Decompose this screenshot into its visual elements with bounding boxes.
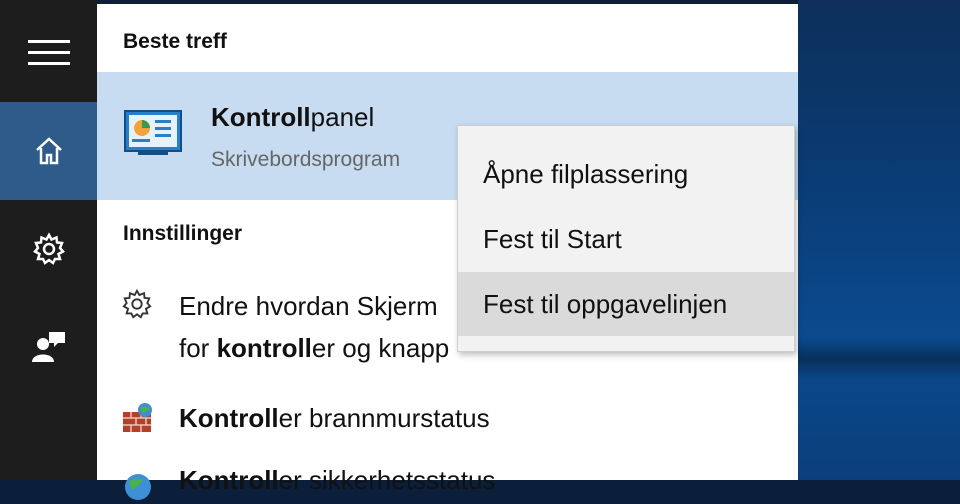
menu-item-pin-to-taskbar[interactable]: Fest til oppgavelinjen xyxy=(458,272,794,336)
hamburger-menu-icon xyxy=(27,40,70,65)
gear-icon xyxy=(32,232,65,265)
result-text: Kontroller brannmurstatus xyxy=(179,403,490,433)
control-panel-icon xyxy=(124,110,182,155)
result-text-line2: for kontroller og knapp xyxy=(179,333,450,363)
user-feedback-icon xyxy=(31,332,65,362)
best-match-subtitle: Skrivebordsprogram xyxy=(211,148,401,171)
result-item-security[interactable]: Kontroller sikkerhetsstatus xyxy=(97,460,798,504)
desktop-background xyxy=(798,0,960,480)
start-rail xyxy=(0,0,97,480)
result-text: Kontroller sikkerhetsstatus xyxy=(179,465,496,495)
settings-heading: Innstillinger xyxy=(123,222,243,245)
best-match-title: Kontrollpanel xyxy=(211,102,375,132)
result-item-firewall[interactable]: Kontroller brannmurstatus xyxy=(97,398,798,442)
result-text-line1: Endre hvordan Skjerm xyxy=(179,291,438,321)
home-icon xyxy=(35,137,62,165)
globe-icon xyxy=(125,474,151,500)
feedback-button[interactable] xyxy=(0,298,97,396)
menu-item-open-file-location[interactable]: Åpne filplassering xyxy=(458,142,794,206)
menu-item-pin-to-start[interactable]: Fest til Start xyxy=(458,207,794,271)
hamburger-menu-button[interactable] xyxy=(0,4,97,102)
context-menu: Åpne filplassering Fest til Start Fest t… xyxy=(457,125,795,352)
best-match-heading: Beste treff xyxy=(123,30,227,53)
home-button[interactable] xyxy=(0,102,97,200)
settings-button[interactable] xyxy=(0,200,97,298)
wallpaper-streak xyxy=(798,338,960,380)
firewall-icon xyxy=(123,403,152,432)
gear-icon xyxy=(122,288,152,319)
